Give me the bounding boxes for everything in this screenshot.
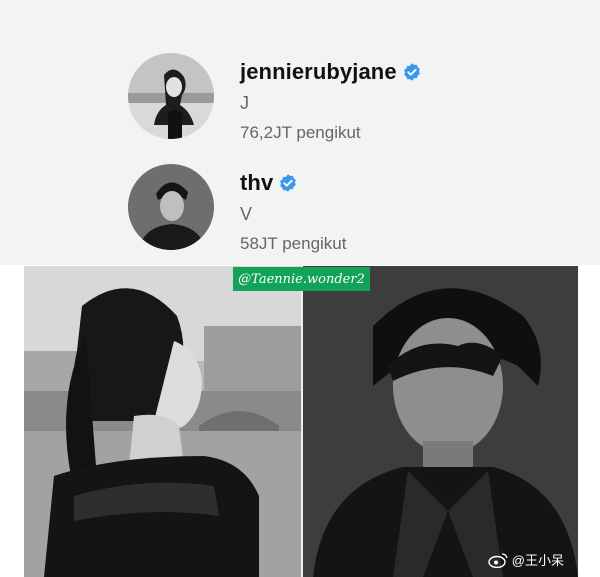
watermark-label: @Taennie.wonder2 (233, 267, 370, 291)
full-name: V (240, 204, 253, 224)
photo-v-image (303, 266, 578, 577)
weibo-handle: @王小呆 (511, 553, 564, 568)
avatar[interactable] (128, 53, 214, 139)
username[interactable]: jennierubyjane (240, 59, 397, 85)
verified-badge-icon (403, 63, 420, 81)
avatar[interactable] (128, 164, 214, 250)
photo-jennie (24, 266, 301, 577)
avatar-image (128, 53, 214, 139)
photo-v (303, 266, 578, 577)
follower-count: 58JT pengikut (240, 234, 347, 253)
avatar-image (128, 164, 214, 250)
photo-collage: @Taennie.wonder2 @王小呆 (24, 266, 578, 577)
profile-card-jennierubyjane[interactable]: jennierubyjane J 76,2JT pengikut (128, 53, 422, 143)
username[interactable]: thv (240, 170, 273, 196)
verified-badge-icon (280, 174, 297, 192)
profile-card-thv[interactable]: thv V 58JT pengikut (128, 164, 346, 254)
follower-count: 76,2JT pengikut (240, 123, 361, 142)
photo-jennie-image (24, 266, 301, 577)
profile-list: jennierubyjane J 76,2JT pengikut thv V 5… (0, 0, 600, 265)
weibo-watermark: @王小呆 (488, 550, 564, 569)
full-name: J (240, 93, 249, 113)
weibo-logo-icon (488, 552, 508, 568)
